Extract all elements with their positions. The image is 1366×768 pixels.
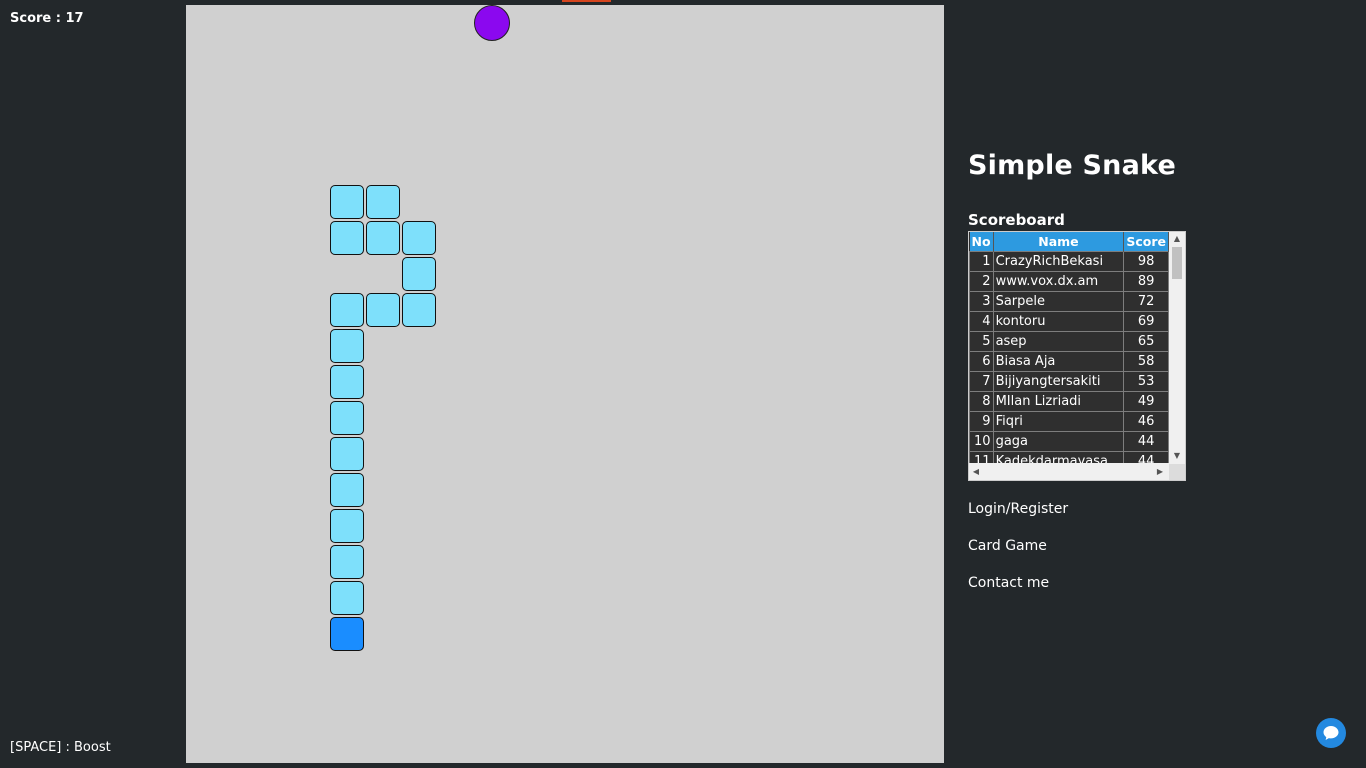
scoreboard-table: No Name Score 1 CrazyRichBekasi 98 2 www.vox… <box>969 232 1169 463</box>
scoreboard-row: 7 Bijiyangtersakiti 53 <box>969 371 1169 392</box>
score-cell: 58 <box>1123 351 1169 372</box>
scoreboard-header-row: No Name Score <box>969 232 1169 252</box>
snake-segment <box>402 257 436 291</box>
column-header-name: Name <box>993 232 1125 252</box>
snake-segment <box>366 185 400 219</box>
score-cell: 72 <box>1123 291 1169 312</box>
snake-head <box>330 617 364 651</box>
column-header-score: Score <box>1123 232 1169 252</box>
chat-bubble-icon <box>1323 726 1339 740</box>
snake-segment <box>366 221 400 255</box>
snake-segment <box>330 509 364 543</box>
food-orb <box>474 5 510 41</box>
scrollbar-corner <box>1169 464 1185 480</box>
snake-segment <box>402 293 436 327</box>
snake-segment <box>330 329 364 363</box>
app-title: Simple Snake <box>968 150 1176 181</box>
player-name-cell: Kadekdarmayasa <box>992 451 1125 463</box>
snake-segment <box>330 185 364 219</box>
scoreboard[interactable]: No Name Score 1 CrazyRichBekasi 98 2 www.vox… <box>968 231 1186 481</box>
rank-cell: 2 <box>969 271 994 292</box>
rank-cell: 7 <box>969 371 994 392</box>
score-cell: 65 <box>1123 331 1169 352</box>
scoreboard-row: 1 CrazyRichBekasi 98 <box>969 251 1169 272</box>
snake-segment <box>330 221 364 255</box>
snake-segment <box>402 221 436 255</box>
rank-cell: 11 <box>969 451 994 463</box>
scoreboard-row: 8 MIlan Lizriadi 49 <box>969 391 1169 412</box>
player-name-cell: Fiqri <box>992 411 1125 432</box>
scoreboard-title: Scoreboard <box>968 211 1065 229</box>
score-cell: 44 <box>1123 431 1169 452</box>
scroll-down-arrow-icon[interactable]: ▼ <box>1169 449 1185 463</box>
rank-cell: 10 <box>969 431 994 452</box>
chat-button[interactable] <box>1316 718 1346 748</box>
rank-cell: 5 <box>969 331 994 352</box>
scroll-left-arrow-icon[interactable]: ◀ <box>969 464 983 480</box>
boost-hint: [SPACE] : Boost <box>10 740 111 755</box>
contact-me-link[interactable]: Contact me <box>968 575 1208 591</box>
score-cell: 89 <box>1123 271 1169 292</box>
score-label: Score : 17 <box>10 11 84 26</box>
nav-links: Login/Register Card Game Contact me <box>968 501 1208 591</box>
scoreboard-row: 4 kontoru 69 <box>969 311 1169 332</box>
score-cell: 53 <box>1123 371 1169 392</box>
vertical-scroll-thumb[interactable] <box>1172 247 1182 279</box>
player-name-cell: gaga <box>992 431 1125 452</box>
rank-cell: 9 <box>969 411 994 432</box>
horizontal-scrollbar[interactable]: ◀ ▶ <box>969 464 1169 480</box>
scoreboard-row: 9 Fiqri 46 <box>969 411 1169 432</box>
player-name-cell: www.vox.dx.am <box>992 271 1125 292</box>
scoreboard-row: 6 Biasa Aja 58 <box>969 351 1169 372</box>
snake-segment <box>366 293 400 327</box>
scoreboard-row: 10 gaga 44 <box>969 431 1169 452</box>
scoreboard-row: 2 www.vox.dx.am 89 <box>969 271 1169 292</box>
player-name-cell: Bijiyangtersakiti <box>992 371 1125 392</box>
player-name-cell: kontoru <box>992 311 1125 332</box>
sidebar: Simple Snake Scoreboard No Name Score 1C… <box>968 150 1208 612</box>
card-game-link[interactable]: Card Game <box>968 538 1208 554</box>
player-name-cell: CrazyRichBekasi <box>992 251 1125 272</box>
score-cell: 98 <box>1123 251 1169 272</box>
snake-segment <box>330 401 364 435</box>
rank-cell: 4 <box>969 311 994 332</box>
scoreboard-row: 3 Sarpele 72 <box>969 291 1169 312</box>
player-name-cell: asep <box>992 331 1125 352</box>
scroll-right-arrow-icon[interactable]: ▶ <box>1153 464 1167 480</box>
snake-segment <box>330 365 364 399</box>
game-board[interactable] <box>186 5 944 763</box>
rank-cell: 1 <box>969 251 994 272</box>
scoreboard-viewport[interactable]: No Name Score 1 CrazyRichBekasi 98 2 www.vox… <box>969 232 1169 463</box>
score-cell: 69 <box>1123 311 1169 332</box>
snake-segment <box>330 437 364 471</box>
column-header-no: No <box>969 232 994 252</box>
vertical-scrollbar[interactable]: ▲ ▼ <box>1169 232 1185 463</box>
login-register-link[interactable]: Login/Register <box>968 501 1208 517</box>
snake-segment <box>330 581 364 615</box>
scoreboard-row: 11 Kadekdarmayasa 44 <box>969 451 1169 463</box>
player-name-cell: MIlan Lizriadi <box>992 391 1125 412</box>
player-name-cell: Sarpele <box>992 291 1125 312</box>
snake-segment <box>330 293 364 327</box>
snake-segment <box>330 473 364 507</box>
top-marker <box>562 0 611 2</box>
score-cell: 44 <box>1123 451 1169 463</box>
scoreboard-row: 5 asep 65 <box>969 331 1169 352</box>
scroll-up-arrow-icon[interactable]: ▲ <box>1169 232 1185 246</box>
rank-cell: 6 <box>969 351 994 372</box>
score-cell: 49 <box>1123 391 1169 412</box>
rank-cell: 3 <box>969 291 994 312</box>
rank-cell: 8 <box>969 391 994 412</box>
score-cell: 46 <box>1123 411 1169 432</box>
snake-segment <box>330 545 364 579</box>
player-name-cell: Biasa Aja <box>992 351 1125 372</box>
